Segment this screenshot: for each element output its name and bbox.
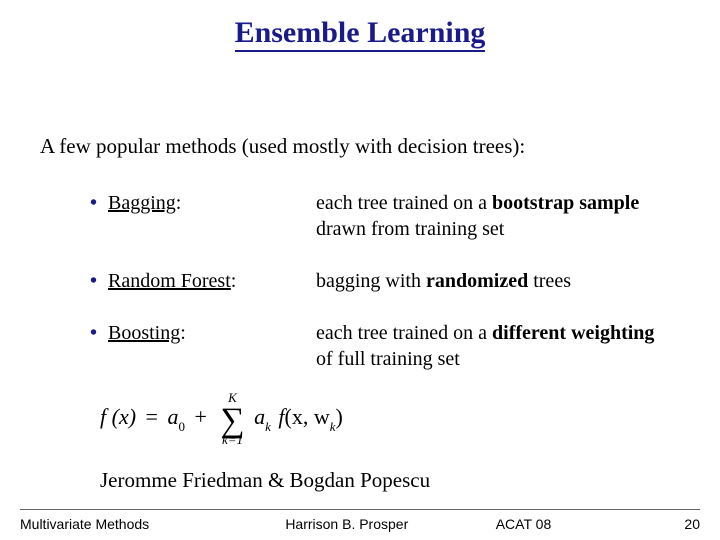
footer-right: ACAT 08 xyxy=(456,516,670,532)
page-number: 20 xyxy=(670,516,700,532)
bullet-icon: • xyxy=(90,320,108,346)
method-description: each tree trained on a bootstrap sample … xyxy=(316,190,656,242)
bullet-icon: • xyxy=(90,268,108,294)
footer-divider xyxy=(20,509,700,510)
method-row-boosting: • Boosting: each tree trained on a diffe… xyxy=(90,320,690,372)
method-row-random-forest: • Random Forest: bagging with randomized… xyxy=(90,268,690,294)
attribution: Jeromme Friedman & Bogdan Popescu xyxy=(100,468,430,493)
method-description: each tree trained on a different weighti… xyxy=(316,320,656,372)
formula: f (x) = a0 + K ∑ k=1 ak f(x, wk) xyxy=(100,404,343,433)
slide-title: Ensemble Learning xyxy=(0,16,720,50)
method-row-bagging: • Bagging: each tree trained on a bootst… xyxy=(90,190,690,242)
summation-icon: K ∑ k=1 xyxy=(220,406,244,432)
slide: Ensemble Learning A few popular methods … xyxy=(0,0,720,540)
intro-text: A few popular methods (used mostly with … xyxy=(40,134,525,159)
footer-left: Multivariate Methods xyxy=(20,516,238,532)
bullet-icon: • xyxy=(90,190,108,216)
method-name: Boosting: xyxy=(108,320,316,346)
methods-list: • Bagging: each tree trained on a bootst… xyxy=(90,190,690,398)
method-name: Bagging: xyxy=(108,190,316,216)
method-name: Random Forest: xyxy=(108,268,316,294)
footer: Multivariate Methods Harrison B. Prosper… xyxy=(20,516,700,532)
title-text: Ensemble Learning xyxy=(235,16,486,52)
method-description: bagging with randomized trees xyxy=(316,268,656,294)
footer-center: Harrison B. Prosper xyxy=(238,516,456,532)
